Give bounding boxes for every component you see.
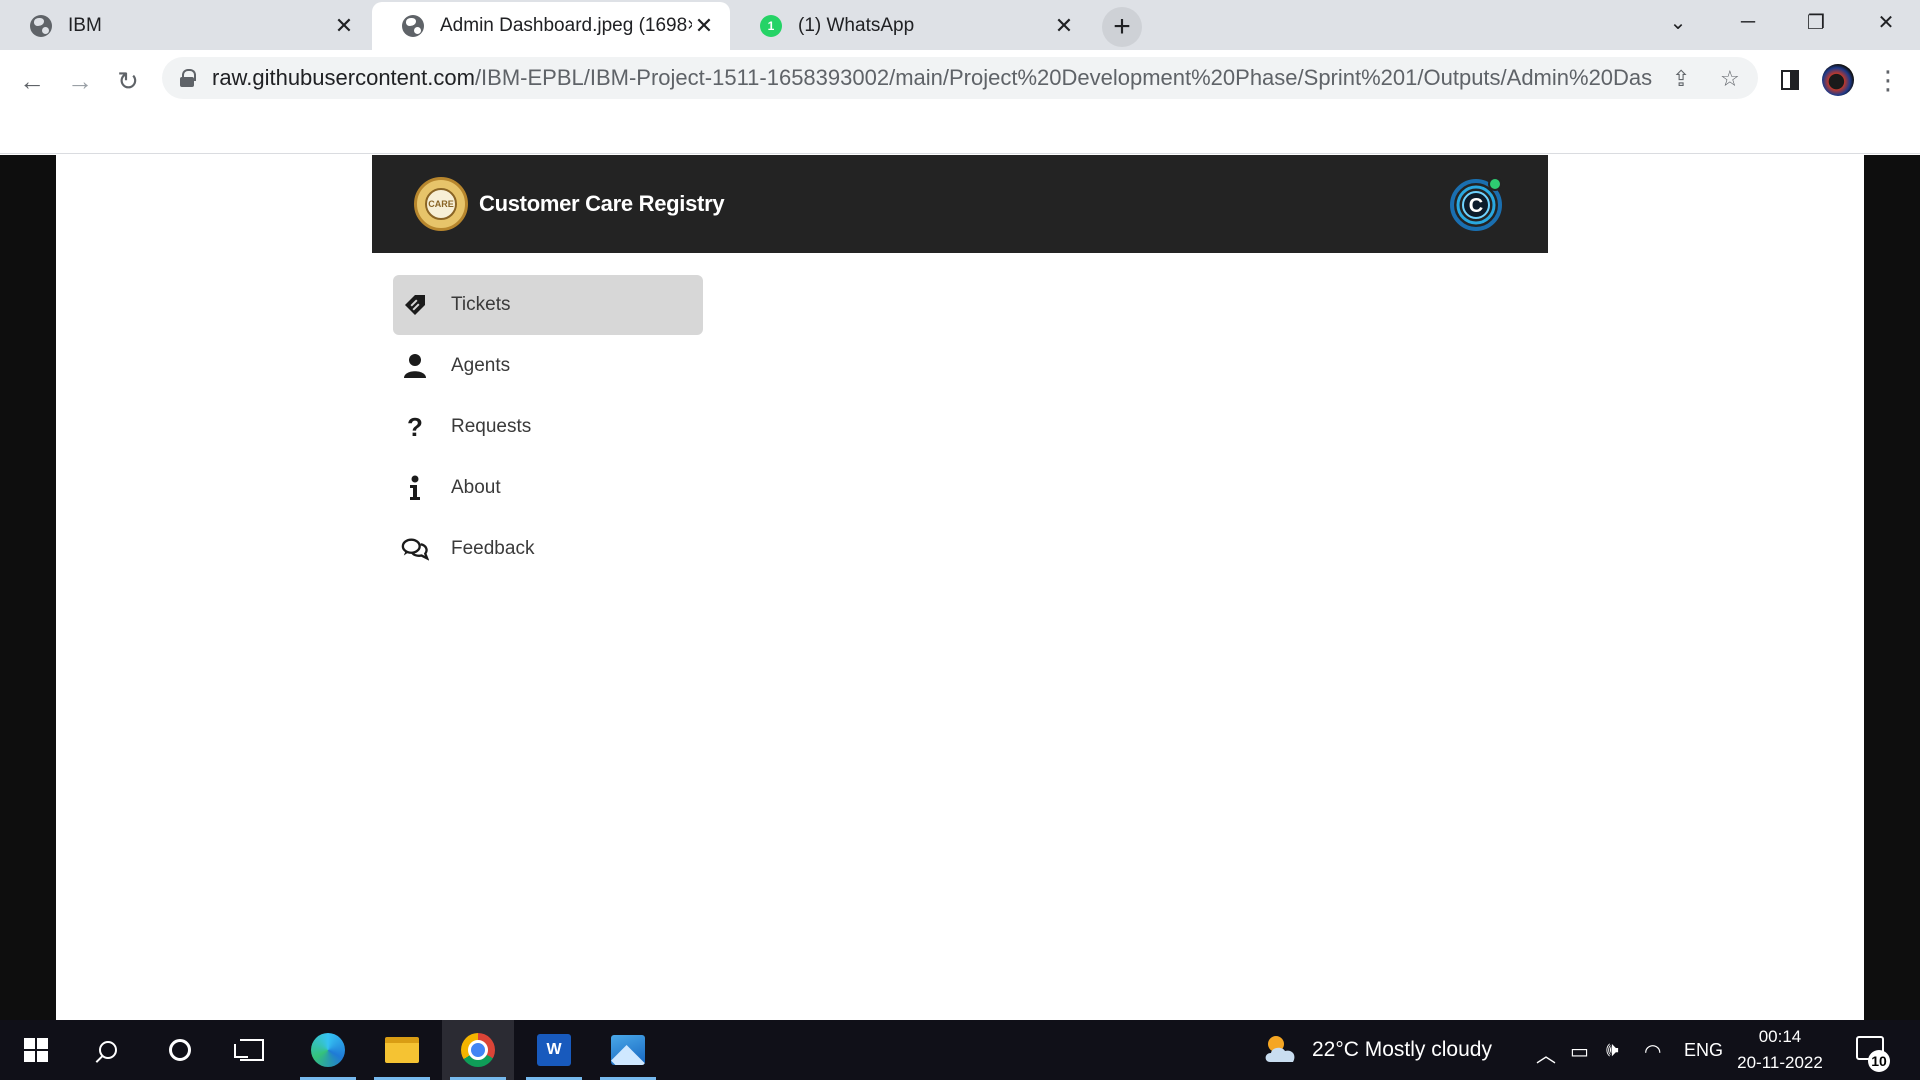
globe-icon [402,15,424,37]
search-icon [99,1041,117,1059]
brand-logo[interactable]: CARE [414,177,468,231]
share-icon[interactable]: ⇪ [1672,66,1690,92]
taskbar-photos[interactable] [592,1020,664,1080]
app-header: CARE Customer Care Registry C [372,155,1548,253]
wifi-icon[interactable]: ◠ [1644,1039,1661,1064]
photos-icon [611,1035,645,1065]
ticket-icon [401,291,429,319]
tab-admin-dashboard[interactable]: Admin Dashboard.jpeg (1698×81 ✕ [372,2,730,50]
side-panel-icon [1781,70,1799,90]
battery-icon[interactable]: ▭ [1570,1039,1589,1064]
star-icon[interactable]: ☆ [1720,66,1740,92]
reload-button[interactable]: ↻ [110,63,146,99]
weather-text[interactable]: 22°C Mostly cloudy [1312,1020,1492,1080]
lock-icon[interactable] [180,69,196,87]
windows-taskbar: W 22°C Mostly cloudy ︿ ▭ 🕪 ◠ ENG 00:14 2… [0,1020,1920,1080]
account-badge[interactable]: C [1448,175,1504,231]
user-icon [401,352,429,380]
new-tab-button[interactable]: + [1102,7,1142,47]
page-title: Customer Care Registry [479,191,725,216]
tab-title: Admin Dashboard.jpeg (1698×81 [440,15,692,36]
browser-toolbar: ← → ↻ raw.githubusercontent.com/IBM-EPBL… [0,50,1920,154]
close-icon[interactable]: ✕ [332,13,356,38]
word-icon: W [537,1034,571,1066]
profile-button[interactable] [1820,62,1856,98]
edge-icon [311,1033,345,1067]
side-panel-button[interactable] [1772,62,1808,98]
url-path: /IBM-EPBL/IBM-Project-1511-1658393002/ma… [474,65,1652,90]
cortana-icon [169,1039,191,1061]
taskbar-file-explorer[interactable] [366,1020,438,1080]
search-button[interactable] [72,1020,144,1080]
sidebar-item-label: Requests [451,416,532,437]
folder-icon [385,1037,419,1063]
globe-icon [30,15,52,37]
forward-button[interactable]: → [62,63,98,99]
tab-title: IBM [68,15,102,36]
task-view-icon [234,1039,264,1061]
task-view-button[interactable] [216,1020,288,1080]
system-clock[interactable]: 00:14 20-11-2022 [1730,1024,1830,1076]
close-icon[interactable]: ✕ [1052,13,1076,38]
tab-title: (1) WhatsApp [798,15,915,36]
online-status-dot [1488,177,1502,191]
brand-logo-text: CARE [425,188,457,220]
cortana-button[interactable] [144,1020,216,1080]
start-button[interactable] [0,1020,72,1080]
account-badge-letter: C [1469,195,1483,217]
close-window-button[interactable]: ✕ [1852,0,1920,44]
sidebar-nav: Tickets Agents ? Requests About Feedback [393,275,703,580]
back-button[interactable]: ← [14,63,50,99]
sidebar-item-label: Agents [451,355,511,376]
sidebar-item-label: Tickets [451,294,511,315]
chrome-icon [461,1033,495,1067]
info-icon [401,474,429,502]
minimize-button[interactable]: ─ [1714,0,1782,44]
sidebar-item-label: Feedback [451,538,535,559]
volume-icon[interactable]: 🕪 [1606,1039,1619,1062]
tab-search-button[interactable]: ⌄ [1644,0,1712,44]
whatsapp-icon: 1 [760,15,782,37]
sidebar-item-label: About [451,477,501,498]
browser-tab-strip: IBM ✕ Admin Dashboard.jpeg (1698×81 ✕ 1 … [0,0,1920,50]
notification-count: 10 [1868,1050,1890,1072]
restore-button[interactable]: ❐ [1782,0,1850,44]
clock-date: 20-11-2022 [1737,1053,1823,1072]
url-text[interactable]: raw.githubusercontent.com/IBM-EPBL/IBM-P… [212,65,1652,91]
taskbar-word[interactable]: W [518,1020,590,1080]
url-host: raw.githubusercontent.com [212,65,475,90]
language-indicator[interactable]: ENG [1684,1020,1723,1080]
clock-time: 00:14 [1758,1027,1802,1046]
taskbar-chrome[interactable] [442,1020,514,1080]
address-bar[interactable]: raw.githubusercontent.com/IBM-EPBL/IBM-P… [162,57,1758,99]
tab-whatsapp[interactable]: 1 (1) WhatsApp ✕ [730,2,1090,50]
tab-ibm[interactable]: IBM ✕ [0,2,370,50]
menu-button[interactable]: ⋮ [1870,62,1906,98]
close-icon[interactable]: ✕ [692,13,716,38]
question-icon: ? [407,411,423,442]
windows-icon [24,1038,48,1062]
sidebar-item-agents[interactable]: Agents [393,336,703,396]
sidebar-item-feedback[interactable]: Feedback [393,519,703,579]
sidebar-item-requests[interactable]: ? Requests [393,397,703,457]
chevron-up-icon[interactable]: ︿ [1536,1039,1556,1068]
comments-icon [401,535,429,563]
weather-icon[interactable] [1262,1032,1300,1066]
avatar [1822,64,1854,96]
sidebar-item-about[interactable]: About [393,458,703,518]
image-canvas: CARE Customer Care Registry C Tickets Ag… [56,155,1864,1020]
sidebar-item-tickets[interactable]: Tickets [393,275,703,335]
page-viewport: CARE Customer Care Registry C Tickets Ag… [0,155,1920,1020]
taskbar-edge[interactable] [292,1020,364,1080]
